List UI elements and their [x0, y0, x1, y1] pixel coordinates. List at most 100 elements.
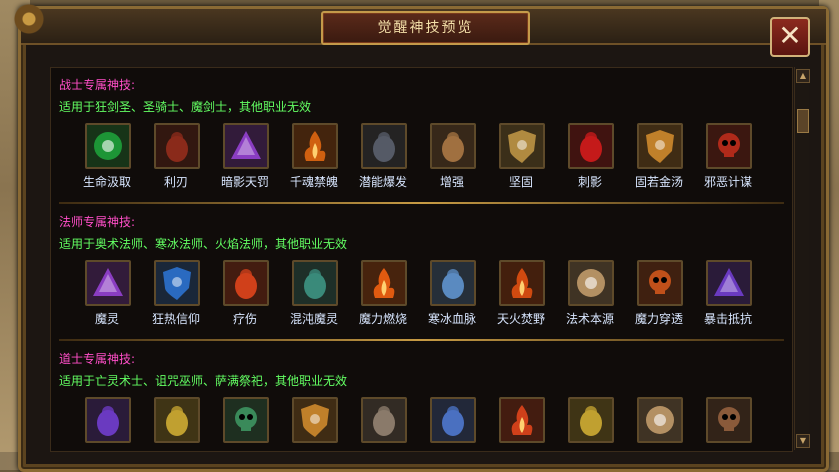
- skill-name: 千魂禁魄: [289, 175, 338, 189]
- skill-name: 寒冰血脉: [427, 312, 476, 326]
- skill-name: 刺影: [577, 175, 602, 189]
- skill-item[interactable]: [211, 397, 279, 451]
- assassin-icon[interactable]: [568, 123, 614, 169]
- skill-item[interactable]: 疗伤: [211, 260, 279, 330]
- skill-item[interactable]: 暴击抵抗: [694, 260, 762, 330]
- section-title: 道士专属神技:: [59, 352, 136, 366]
- skill-section: 战士专属神技: 适用于狂剑圣、圣骑士、魔剑士，其他职业无效生命汲取 利刃 暗影天罚 千魂…: [51, 74, 792, 208]
- lightning-icon[interactable]: [706, 260, 752, 306]
- heart-fire-icon[interactable]: [499, 260, 545, 306]
- skill-item[interactable]: [142, 397, 210, 451]
- skill-name: 利刃: [163, 175, 188, 189]
- section-description: 适用于狂剑圣、圣骑士、魔剑士，其他职业无效: [59, 100, 312, 114]
- skill-name: 暗影天罚: [220, 175, 269, 189]
- skill-item[interactable]: 增强: [418, 123, 486, 193]
- skill-list-panel: 战士专属神技: 适用于狂剑圣、圣骑士、魔剑士，其他职业无效生命汲取 利刃 暗影天罚 千魂…: [50, 67, 793, 452]
- skill-name: 混沌魔灵: [289, 312, 338, 326]
- skill-name: 潜能爆发: [358, 175, 407, 189]
- skill-item[interactable]: 天火焚野: [487, 260, 555, 330]
- skull-shield-icon[interactable]: [292, 397, 338, 443]
- skill-item[interactable]: [418, 397, 486, 451]
- preview-dialog: 觉醒神技预览 ✕ 战士专属神技: 适用于狂剑圣、圣骑士、魔剑士，其他职业无效生命汲…: [9, 0, 829, 472]
- section-divider: [59, 202, 784, 204]
- skill-item[interactable]: [349, 397, 417, 451]
- skill-item[interactable]: 刺影: [556, 123, 624, 193]
- demon-face-icon[interactable]: [637, 260, 683, 306]
- skill-name: 法术本源: [565, 312, 614, 326]
- skill-item[interactable]: 混沌魔灵: [280, 260, 348, 330]
- skill-item[interactable]: 狂热信仰: [142, 260, 210, 330]
- skill-item[interactable]: 暗影天罚: [211, 123, 279, 193]
- skill-name: 魔力穿透: [634, 312, 683, 326]
- hooded-figure-icon[interactable]: [361, 123, 407, 169]
- scroll-down-button[interactable]: ▼: [796, 434, 810, 448]
- skill-name: 邪恶计谋: [703, 175, 752, 189]
- close-button[interactable]: ✕: [770, 17, 810, 57]
- demon-icon[interactable]: [706, 123, 752, 169]
- shield-icon[interactable]: [499, 123, 545, 169]
- skill-item[interactable]: [73, 397, 141, 451]
- spirit-icon[interactable]: [85, 397, 131, 443]
- skill-name: 疗伤: [232, 312, 257, 326]
- skill-item[interactable]: 千魂禁魄: [280, 123, 348, 193]
- skill-name: 坚固: [508, 175, 533, 189]
- skill-item[interactable]: 魔力穿透: [625, 260, 693, 330]
- skill-name: 魔灵: [94, 312, 119, 326]
- rainbow-prism-icon[interactable]: [85, 260, 131, 306]
- skill-item[interactable]: 利刃: [142, 123, 210, 193]
- skill-item[interactable]: 潜能爆发: [349, 123, 417, 193]
- skill-name: 天火焚野: [496, 312, 545, 326]
- skill-section: 道士专属神技: 适用于亡灵术士、诅咒巫师、萨满祭祀，其他职业无效: [51, 348, 792, 451]
- skill-name: 生命汲取: [82, 175, 131, 189]
- skill-section: 法师专属神技: 适用于奥术法师、寒冰法师、火焰法师，其他职业无效魔灵 狂热信仰 疗伤 混…: [51, 211, 792, 345]
- shield-icon[interactable]: [154, 260, 200, 306]
- title-plate: 觉醒神技预览: [321, 11, 530, 45]
- eye-icon[interactable]: [568, 260, 614, 306]
- skill-item[interactable]: 魔灵: [73, 260, 141, 330]
- section-title: 战士专属神技:: [59, 78, 136, 92]
- skill-item[interactable]: [556, 397, 624, 451]
- flame-icon[interactable]: [361, 260, 407, 306]
- warrior-icon[interactable]: [430, 123, 476, 169]
- scream-icon[interactable]: [706, 397, 752, 443]
- title-bar: 觉醒神技预览: [9, 0, 826, 45]
- scrollbar[interactable]: ▲ ▼: [794, 67, 810, 450]
- skill-item[interactable]: 固若金汤: [625, 123, 693, 193]
- skull-shield-icon[interactable]: [637, 123, 683, 169]
- runner-icon[interactable]: [568, 397, 614, 443]
- skill-name: 增强: [439, 175, 464, 189]
- section-title: 法师专属神技:: [59, 215, 136, 229]
- ice-figure-icon[interactable]: [430, 260, 476, 306]
- scroll-thumb[interactable]: [797, 109, 809, 133]
- scroll-up-button[interactable]: ▲: [796, 69, 810, 83]
- green-orb-icon[interactable]: [85, 123, 131, 169]
- skill-item[interactable]: 法术本源: [556, 260, 624, 330]
- potion-icon[interactable]: [223, 260, 269, 306]
- chaos-icon[interactable]: [292, 260, 338, 306]
- skull-icon[interactable]: [223, 397, 269, 443]
- fire-blade-icon[interactable]: [292, 123, 338, 169]
- skill-item[interactable]: 生命汲取: [73, 123, 141, 193]
- blade-icon[interactable]: [154, 123, 200, 169]
- ice-figure-icon[interactable]: [430, 397, 476, 443]
- skill-name: 狂热信仰: [151, 312, 200, 326]
- skill-item[interactable]: [280, 397, 348, 451]
- rainbow-prism-icon[interactable]: [223, 123, 269, 169]
- skill-item[interactable]: 寒冰血脉: [418, 260, 486, 330]
- skill-item[interactable]: [625, 397, 693, 451]
- skill-name: 暴击抵抗: [703, 312, 752, 326]
- runner-icon[interactable]: [154, 397, 200, 443]
- section-description: 适用于奥术法师、寒冰法师、火焰法师，其他职业无效: [59, 237, 348, 251]
- eye-icon[interactable]: [637, 397, 683, 443]
- section-description: 适用于亡灵术士、诅咒巫师、萨满祭祀，其他职业无效: [59, 374, 348, 388]
- skill-item[interactable]: [694, 397, 762, 451]
- section-divider: [59, 339, 784, 341]
- skill-item[interactable]: [487, 397, 555, 451]
- skill-name: 魔力燃烧: [358, 312, 407, 326]
- skill-item[interactable]: 邪恶计谋: [694, 123, 762, 193]
- skill-item[interactable]: 坚固: [487, 123, 555, 193]
- skill-item[interactable]: 魔力燃烧: [349, 260, 417, 330]
- fire-figure-icon[interactable]: [499, 397, 545, 443]
- dialog-title: 觉醒神技预览: [377, 20, 474, 36]
- hands-icon[interactable]: [361, 397, 407, 443]
